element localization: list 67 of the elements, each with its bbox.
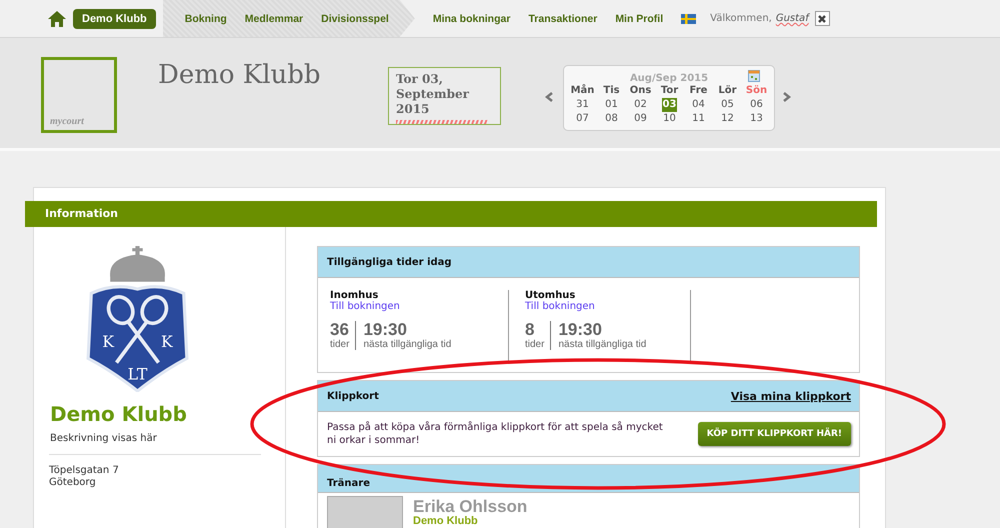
panel-title: Klippkort xyxy=(327,390,379,402)
trainer-name: Erika Ohlsson xyxy=(413,498,528,515)
calendar-day[interactable]: 10 xyxy=(662,112,677,126)
club-name: Demo Klubb xyxy=(50,402,188,426)
weekday-label: Tis xyxy=(602,84,621,98)
count-label: tider xyxy=(330,339,350,350)
weekday-label: Mån xyxy=(570,84,596,98)
calendar-day[interactable]: 12 xyxy=(720,112,735,126)
calendar-day[interactable]: 07 xyxy=(575,112,590,126)
calendar-day[interactable]: 06 xyxy=(749,98,764,112)
calendar-day[interactable]: 04 xyxy=(691,98,706,112)
swedish-flag-icon[interactable] xyxy=(681,14,696,24)
weekday-label: Fre xyxy=(688,84,708,98)
nav-link[interactable]: Min Profil xyxy=(615,12,664,24)
nav-link[interactable]: Bokning xyxy=(184,12,227,24)
time-value: 19:30 xyxy=(363,321,408,339)
punch-card-text: Passa på att köpa våra förmånliga klippkort för att spela så mycket ni orkar i sommar! xyxy=(327,421,664,447)
calendar-day[interactable]: 02 xyxy=(633,98,648,112)
calendar-icon[interactable] xyxy=(748,70,760,82)
time-label: nästa tillgängliga tid xyxy=(558,339,646,350)
weekday-label: Sön xyxy=(744,84,768,98)
club-button[interactable]: Demo Klubb xyxy=(73,8,156,28)
club-description: Beskrivning visas här xyxy=(50,433,158,444)
panel-title: Tränare xyxy=(327,478,370,489)
punch-card-link[interactable]: Visa mina klippkort xyxy=(730,390,851,402)
logo-text: mycourt xyxy=(50,116,84,127)
address-line: Göteborg xyxy=(49,477,97,489)
calendar-day[interactable]: 08 xyxy=(604,112,619,126)
time-label: nästa tillgängliga tid xyxy=(363,339,452,350)
nav-link[interactable]: Divisionsspel xyxy=(321,12,389,24)
time-value: 19:30 xyxy=(558,321,603,339)
nav-link[interactable]: Mina bokningar xyxy=(432,12,510,24)
nav-link[interactable]: Medlemmar xyxy=(244,12,304,24)
count-value: 36 xyxy=(330,321,350,339)
calendar-day[interactable]: 09 xyxy=(633,112,648,126)
booking-link[interactable]: Till bokningen xyxy=(330,301,508,312)
nav-link[interactable]: Transaktioner xyxy=(528,12,598,24)
calendar-day[interactable]: 31 xyxy=(575,98,590,112)
crest-letter: K xyxy=(102,332,114,351)
location-title: Utomhus xyxy=(525,290,576,301)
weekday-label: Lör xyxy=(717,84,738,98)
count-value: 8 xyxy=(525,321,536,339)
address-line: Töpelsgatan 7 xyxy=(49,465,120,477)
count-label: tider xyxy=(525,339,544,350)
date-text: Tor 03, September 2015 xyxy=(396,72,470,116)
calendar-day[interactable]: 03 xyxy=(662,98,678,112)
home-icon[interactable] xyxy=(47,10,67,28)
weekday-label: Tor xyxy=(660,84,680,98)
buy-button[interactable]: KÖP DITT KLIPPKORT HÄR! xyxy=(698,422,851,446)
section-title: Information xyxy=(25,201,877,227)
trainer-club: Demo Klubb xyxy=(413,515,479,527)
crest-letter: K xyxy=(161,332,173,351)
calendar-day[interactable]: 05 xyxy=(720,98,735,112)
calendar-day[interactable]: 11 xyxy=(691,112,706,126)
weekday-label: Ons xyxy=(628,84,652,98)
booking-link[interactable]: Till bokningen xyxy=(525,301,690,312)
location-title: Inomhus xyxy=(330,290,380,301)
panel-title: Tillgängliga tider idag xyxy=(327,256,452,268)
club-title: Demo Klubb xyxy=(158,60,322,90)
calendar-day[interactable]: 13 xyxy=(749,112,764,126)
calendar-day[interactable]: 01 xyxy=(604,98,619,112)
welcome-text: Välkommen, xyxy=(710,13,772,24)
crest-letter: LT xyxy=(128,364,148,384)
user-link[interactable]: Gustaf xyxy=(776,13,809,24)
calendar-title: Aug/Sep 2015 xyxy=(630,74,708,84)
close-button[interactable] xyxy=(814,11,830,26)
close-icon xyxy=(817,14,828,24)
